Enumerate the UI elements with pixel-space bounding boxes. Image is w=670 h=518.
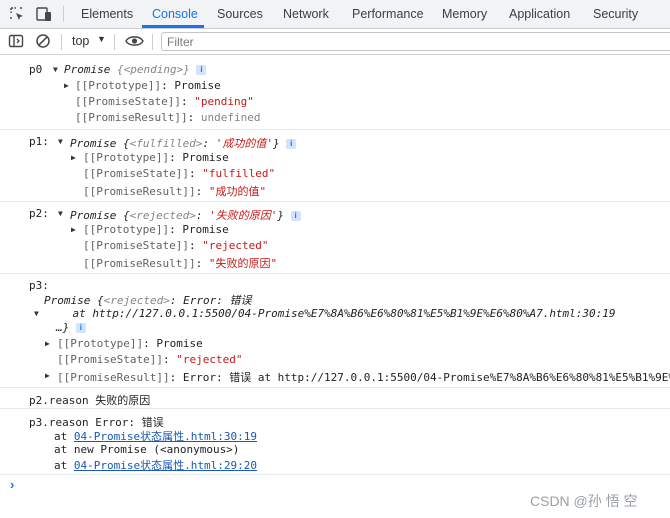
eye-icon[interactable] — [125, 34, 144, 48]
inspect-element-icon[interactable] — [9, 6, 25, 22]
promise-summary[interactable]: Promise {<rejected>: Error: 错误 — [44, 292, 251, 308]
tab-sources[interactable]: Sources — [217, 0, 263, 28]
devtools-tab-bar: Elements Console Sources Network Perform… — [0, 0, 670, 29]
info-icon[interactable]: i — [75, 323, 86, 333]
promise-state-row: [[PromiseState]]: "fulfilled" — [83, 167, 276, 180]
device-toolbar-icon[interactable] — [36, 6, 53, 22]
console-prompt-icon[interactable]: › — [10, 477, 14, 492]
tab-performance[interactable]: Performance — [352, 0, 424, 28]
log-divider — [0, 129, 670, 130]
log-divider — [0, 408, 670, 409]
collapsed-triangle-icon[interactable]: ▶ — [71, 225, 76, 234]
summary-ellipsis: …} i — [56, 321, 86, 334]
promise-result-row: [[PromiseResult]]: "成功的值" — [83, 185, 267, 198]
promise-summary[interactable]: Promise {<fulfilled>: '成功的值'} i — [70, 135, 297, 151]
tab-memory[interactable]: Memory — [442, 0, 487, 28]
log-label-p3: p3: — [29, 279, 49, 292]
source-link[interactable]: 04-Promise状态属性.html:29:20 — [74, 459, 257, 472]
promise-result-row: [[PromiseResult]]: undefined — [75, 111, 261, 124]
expand-triangle-icon[interactable]: ▼ — [58, 209, 63, 218]
tab-elements[interactable]: Elements — [81, 0, 133, 28]
prototype-row[interactable]: [[Prototype]]: Promise — [57, 337, 203, 350]
console-toolbar: top ▼ — [0, 29, 670, 55]
log-label-p2: p2: — [29, 207, 49, 220]
expand-triangle-icon[interactable]: ▼ — [58, 137, 63, 146]
watermark: CSDN @孙 悟 空 — [530, 493, 638, 509]
prototype-row[interactable]: [[Prototype]]: Promise — [83, 151, 229, 164]
expand-triangle-icon[interactable]: ▼ — [34, 309, 39, 318]
filter-input[interactable] — [161, 32, 670, 51]
expand-triangle-icon[interactable]: ▼ — [53, 65, 58, 74]
log-divider — [0, 387, 670, 388]
promise-summary[interactable]: Promise {<pending>} i — [64, 63, 207, 76]
info-icon[interactable]: i — [290, 211, 301, 221]
source-link[interactable]: 04-Promise状态属性.html:30:19 — [74, 430, 257, 443]
divider — [61, 34, 62, 50]
collapsed-triangle-icon[interactable]: ▶ — [45, 339, 50, 348]
log-label-p0: p0 — [29, 63, 43, 76]
clear-console-icon[interactable] — [35, 33, 51, 49]
info-icon[interactable]: i — [196, 65, 207, 75]
info-icon[interactable]: i — [286, 139, 297, 149]
promise-result-row: [[PromiseResult]]: "失败的原因" — [83, 257, 278, 270]
error-stack-line: at http://127.0.0.1:5500/04-Promise%E7%8… — [46, 307, 616, 320]
promise-result-row[interactable]: [[PromiseResult]]: Error: 错误 at http://1… — [57, 369, 670, 385]
divider — [152, 34, 153, 50]
log-divider — [0, 273, 670, 274]
tab-network[interactable]: Network — [283, 0, 329, 28]
collapsed-triangle-icon[interactable]: ▶ — [71, 153, 76, 162]
stack-frame: at new Promise (<anonymous>) — [54, 443, 240, 456]
collapsed-triangle-icon[interactable]: ▶ — [45, 371, 50, 380]
tab-console[interactable]: Console — [152, 0, 198, 28]
divider — [63, 6, 64, 22]
stack-frame: at 04-Promise状态属性.html:30:19 — [54, 430, 257, 443]
log-message-p2-reason: p2.reason 失败的原因 — [29, 394, 151, 407]
collapsed-triangle-icon[interactable]: ▶ — [64, 81, 69, 90]
tab-application[interactable]: Application — [509, 0, 570, 28]
prototype-row[interactable]: [[Prototype]]: Promise — [83, 223, 229, 236]
promise-state-row: [[PromiseState]]: "rejected" — [83, 239, 269, 252]
promise-summary[interactable]: Promise {<rejected>: '失败的原因'} i — [70, 207, 301, 223]
promise-state-row: [[PromiseState]]: "rejected" — [57, 353, 243, 366]
sidebar-toggle-icon[interactable] — [8, 33, 24, 49]
stack-frame: at 04-Promise状态属性.html:29:20 — [54, 459, 257, 472]
tab-security[interactable]: Security — [593, 0, 638, 28]
log-label-p1: p1: — [29, 135, 49, 148]
context-selector[interactable]: top — [72, 34, 89, 48]
log-divider — [0, 201, 670, 202]
chevron-down-icon[interactable]: ▼ — [97, 34, 106, 44]
prototype-row[interactable]: [[Prototype]]: Promise — [75, 79, 221, 92]
log-divider — [0, 474, 670, 475]
promise-state-row: [[PromiseState]]: "pending" — [75, 95, 254, 108]
divider — [114, 34, 115, 50]
active-tab-indicator — [142, 25, 204, 28]
